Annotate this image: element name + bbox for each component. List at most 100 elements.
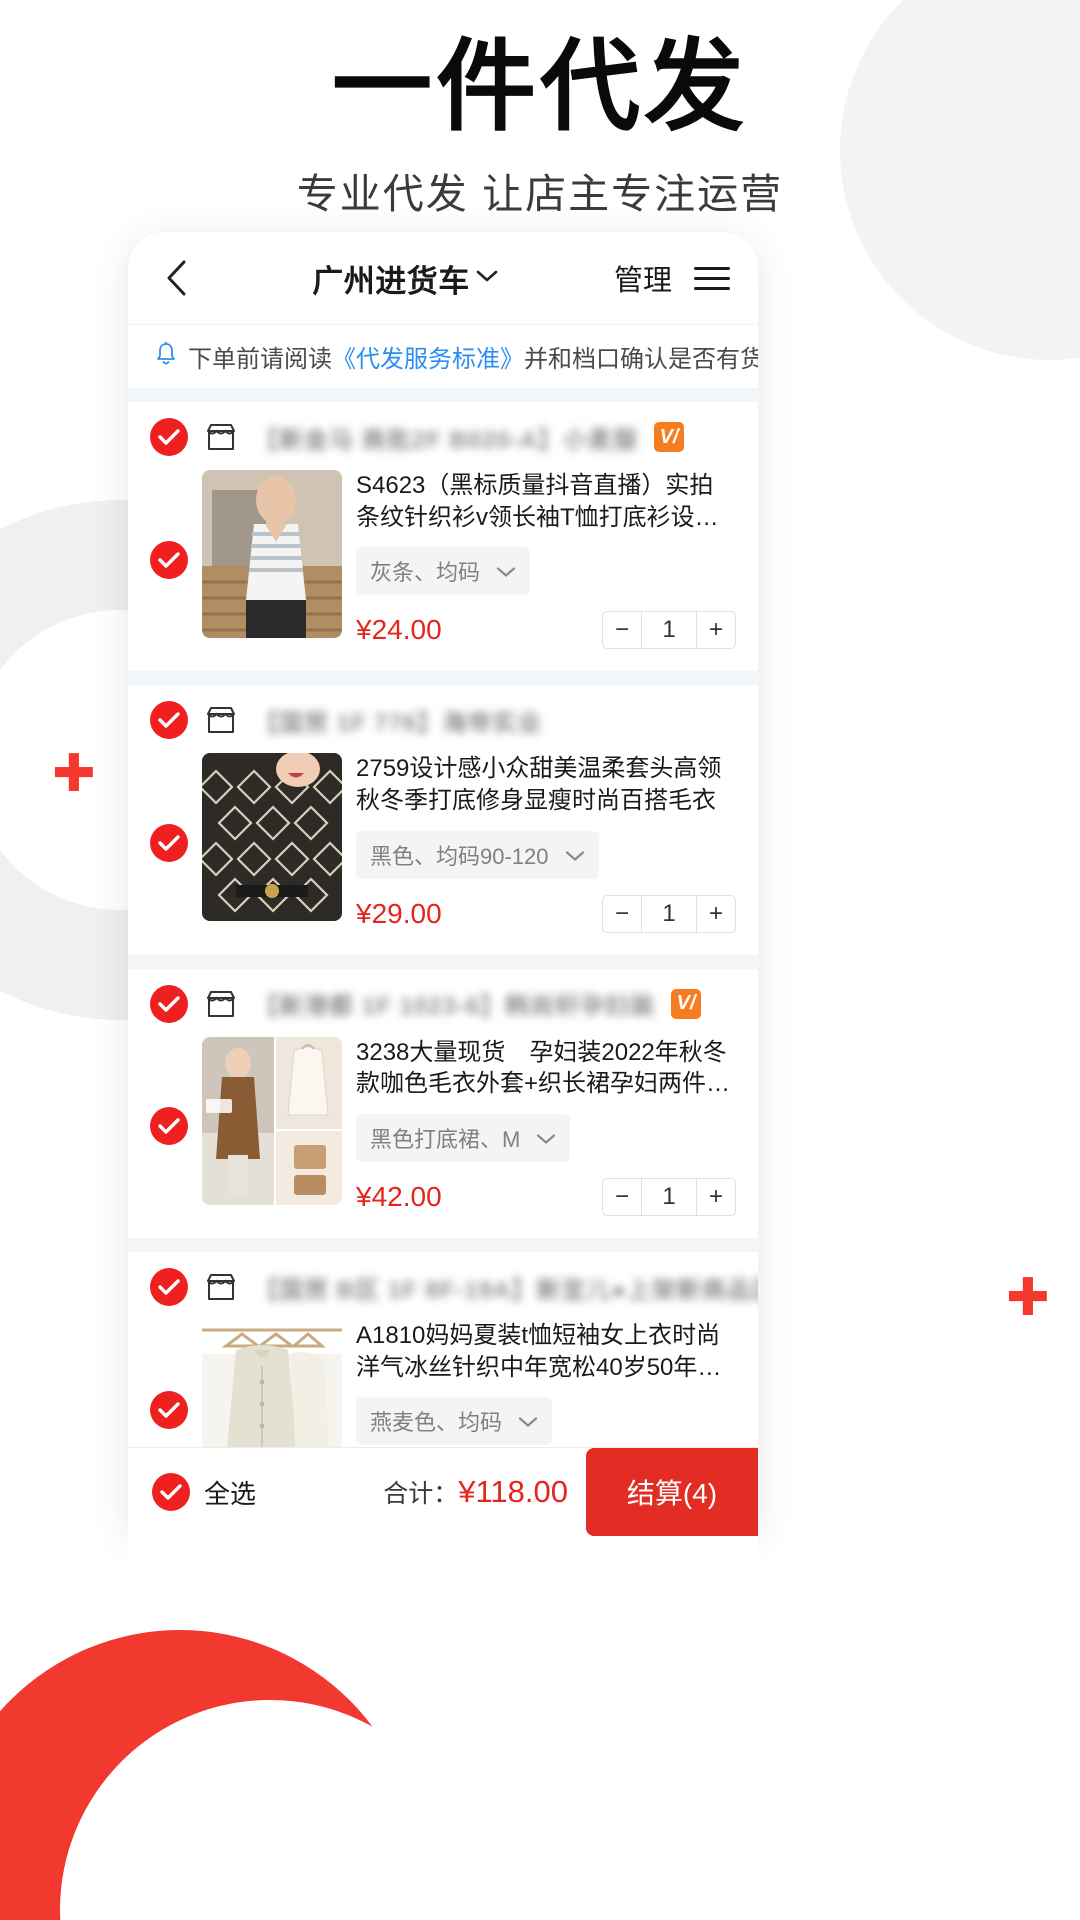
phone-lower-panel xyxy=(128,1528,758,1628)
list-gap xyxy=(128,671,758,686)
cart-item-row: 2759设计感小众甜美温柔套头高领秋冬季打底修身显瘦时尚百搭毛衣 黑色、均码90… xyxy=(128,747,758,954)
quantity-decrease-button[interactable]: − xyxy=(603,612,641,648)
product-spec-label: 黑色、均码90-120 xyxy=(370,843,549,869)
quantity-value[interactable]: 1 xyxy=(641,612,697,649)
item-checkbox[interactable] xyxy=(150,824,188,863)
item-checkbox-column xyxy=(150,1037,188,1216)
decor-plus-right: ✚ xyxy=(1006,1269,1050,1327)
page-title: 广州进货车 xyxy=(312,263,470,299)
badge-verified-icon: V/ xyxy=(654,422,685,452)
quantity-increase-button[interactable]: + xyxy=(697,896,735,932)
quantity-increase-button[interactable]: + xyxy=(697,1179,735,1215)
select-all-checkbox[interactable] xyxy=(152,1473,190,1511)
product-spec-selector[interactable]: 黑色打底裙、M xyxy=(356,1114,571,1163)
notice-text: 下单前请阅读《代发服务标准》并和档口确认是否有货！ xyxy=(188,339,758,374)
chevron-left-icon xyxy=(165,260,187,296)
navbar: 广州进货车 管理 xyxy=(128,232,758,324)
product-thumbnail[interactable] xyxy=(202,753,342,922)
cart-shop-block: 【新港都 1F 1023-6】韩尚轩孕妇装 V/ 3238大量现货 孕妇装202… xyxy=(128,968,758,1239)
navbar-actions: 管理 xyxy=(614,257,730,299)
store-icon xyxy=(204,989,238,1019)
store-icon xyxy=(204,705,238,735)
product-bottom-row: ¥24.00 − 1 + xyxy=(356,611,736,650)
item-checkbox[interactable] xyxy=(150,1107,188,1146)
list-gap xyxy=(128,1238,758,1253)
product-spec-selector[interactable]: 黑色、均码90-120 xyxy=(356,830,599,879)
cart-item-row: 3238大量现货 孕妇装2022年秋冬款咖色毛衣外套+织长裙孕妇两件套装 黑色打… xyxy=(128,1031,758,1238)
product-price: ¥42.00 xyxy=(356,1181,442,1213)
back-button[interactable] xyxy=(156,258,196,298)
quantity-stepper[interactable]: − 1 + xyxy=(602,611,736,650)
total-display: 合计： ¥118.00 xyxy=(256,1474,586,1510)
list-gap xyxy=(128,954,758,969)
shop-name[interactable]: 【国贸 1F 776】海帝实业 xyxy=(254,703,542,738)
page-root: 一件代发 专业代发 让店主专注运营 ✚ ✚ 广州进货车 管理 下单前请阅读《代发… xyxy=(0,0,1080,1920)
cart-item-list[interactable]: 【新金马 商批2F B020-A】小麦服 V/ S4623（黑标质量抖音直播）实… xyxy=(128,388,758,1532)
item-checkbox[interactable] xyxy=(150,540,188,579)
product-spec-label: 黑色打底裙、M xyxy=(370,1127,521,1153)
quantity-stepper[interactable]: − 1 + xyxy=(602,1178,736,1217)
shop-checkbox[interactable] xyxy=(150,701,188,740)
quantity-decrease-button[interactable]: − xyxy=(603,896,641,932)
hamburger-icon[interactable] xyxy=(694,266,730,290)
quantity-increase-button[interactable]: + xyxy=(697,612,735,648)
cart-shop-block: 【新金马 商批2F B020-A】小麦服 V/ S4623（黑标质量抖音直播）实… xyxy=(128,402,758,672)
footer-divider xyxy=(128,1447,758,1448)
chevron-down-icon xyxy=(476,269,498,288)
product-title[interactable]: 3238大量现货 孕妇装2022年秋冬款咖色毛衣外套+织长裙孕妇两件套装 xyxy=(356,1037,736,1100)
chevron-down-icon xyxy=(518,1408,538,1434)
cart-shop-block: 【国贸 1F 776】海帝实业 2759设计感小众甜美温柔套头高领秋冬季打底修身… xyxy=(128,685,758,955)
shop-header: 【国贸 B区 1F 8F-19A】新宜儿●上架新商品区 V/|旗金 xyxy=(128,1252,758,1314)
chevron-down-icon xyxy=(496,558,516,584)
product-title[interactable]: A1810妈妈夏装t恤短袖女上衣时尚洋气冰丝针织中年宽松40岁50年轻夏季 xyxy=(356,1320,736,1383)
product-spec-label: 燕麦色、均码 xyxy=(370,1410,503,1436)
chevron-down-icon xyxy=(565,842,585,868)
store-icon xyxy=(204,1272,238,1302)
shop-header: 【新港都 1F 1023-6】韩尚轩孕妇装 V/ xyxy=(128,969,758,1031)
decor-plus-left: ✚ xyxy=(52,745,96,803)
notice-banner: 下单前请阅读《代发服务标准》并和档口确认是否有货！ xyxy=(128,324,758,388)
product-thumbnail[interactable] xyxy=(202,470,342,638)
quantity-decrease-button[interactable]: − xyxy=(603,1179,641,1215)
quantity-value[interactable]: 1 xyxy=(641,1179,697,1216)
product-price: ¥24.00 xyxy=(356,614,442,646)
shop-name[interactable]: 【国贸 B区 1F 8F-19A】新宜儿●上架新商品区 xyxy=(254,1270,758,1305)
product-info: 2759设计感小众甜美温柔套头高领秋冬季打底修身显瘦时尚百搭毛衣 黑色、均码90… xyxy=(356,753,736,933)
phone-mockup: 广州进货车 管理 下单前请阅读《代发服务标准》并和档口确认是否有货！ xyxy=(128,232,758,1532)
item-checkbox-column xyxy=(150,470,188,649)
chevron-down-icon xyxy=(536,1125,556,1151)
quantity-value[interactable]: 1 xyxy=(641,895,697,932)
item-checkbox[interactable] xyxy=(150,1390,188,1429)
bell-icon xyxy=(154,341,178,372)
shop-checkbox[interactable] xyxy=(150,418,188,456)
select-all-label: 全选 xyxy=(204,1478,257,1509)
shop-checkbox[interactable] xyxy=(150,984,188,1023)
badge-verified-icon: V/ xyxy=(671,988,702,1019)
product-price: ¥29.00 xyxy=(356,897,442,929)
cart-footer-bar: 全选 合计： ¥118.00 结算(4) xyxy=(128,1448,758,1536)
product-spec-selector[interactable]: 燕麦色、均码 xyxy=(356,1397,553,1446)
product-title[interactable]: S4623（黑标质量抖音直播）实拍 条纹针织衫v领长袖T恤打底衫设计感拼接灯笼袖… xyxy=(356,470,736,533)
total-label: 合计： xyxy=(383,1480,459,1508)
shop-name[interactable]: 【新港都 1F 1023-6】韩尚轩孕妇装 xyxy=(254,986,655,1021)
manage-button[interactable]: 管理 xyxy=(614,257,672,299)
product-info: S4623（黑标质量抖音直播）实拍 条纹针织衫v领长袖T恤打底衫设计感拼接灯笼袖… xyxy=(356,470,736,650)
quantity-stepper[interactable]: − 1 + xyxy=(602,894,736,933)
notice-prefix: 下单前请阅读 xyxy=(188,346,332,373)
item-checkbox-column xyxy=(150,753,188,932)
list-gap xyxy=(128,388,758,402)
shop-header: 【新金马 商批2F B020-A】小麦服 V/ xyxy=(128,402,758,464)
shop-checkbox[interactable] xyxy=(150,1268,188,1307)
cart-location-selector[interactable]: 广州进货车 xyxy=(196,256,614,301)
total-amount: ¥118.00 xyxy=(458,1474,568,1509)
product-info: 3238大量现货 孕妇装2022年秋冬款咖色毛衣外套+织长裙孕妇两件套装 黑色打… xyxy=(356,1037,736,1217)
product-title[interactable]: 2759设计感小众甜美温柔套头高领秋冬季打底修身显瘦时尚百搭毛衣 xyxy=(356,753,736,816)
product-spec-selector[interactable]: 灰条、均码 xyxy=(356,547,531,596)
product-thumbnail[interactable] xyxy=(202,1036,342,1205)
notice-link[interactable]: 《代发服务标准》 xyxy=(332,346,524,373)
product-bottom-row: ¥29.00 − 1 + xyxy=(356,894,736,933)
checkout-button[interactable]: 结算(4) xyxy=(586,1448,758,1536)
shop-name[interactable]: 【新金马 商批2F B020-A】小麦服 xyxy=(254,420,638,455)
product-spec-label: 灰条、均码 xyxy=(370,560,481,586)
promo-subtitle: 专业代发 让店主专注运营 xyxy=(296,171,784,217)
